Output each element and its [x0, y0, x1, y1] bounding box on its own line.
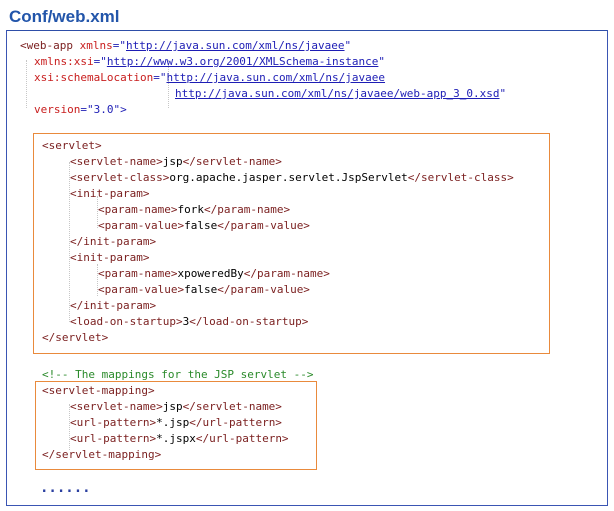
close-tag: </servlet-class> — [407, 171, 514, 184]
param-name-value: fork — [177, 203, 204, 216]
init-param-open-line: <init-param> — [70, 250, 149, 266]
mapping-servlet-name-value: jsp — [162, 400, 183, 413]
xmlns-xsi-line: xmlns:xsi="http://www.w3.org/2001/XMLSch… — [34, 54, 385, 70]
url-pattern-line: <url-pattern>*.jsp</url-pattern> — [70, 415, 282, 431]
schema-xsd-line: http://java.sun.com/xml/ns/javaee/web-ap… — [175, 86, 506, 102]
close-tag: </url-pattern> — [195, 432, 289, 445]
servlet-close-tag: </servlet> — [42, 331, 109, 344]
equals-quote: =" — [112, 39, 126, 52]
param-value-line: <param-value>false</param-value> — [98, 218, 310, 234]
param-value-value: false — [184, 219, 218, 232]
servlet-open-tag: <servlet> — [42, 139, 102, 152]
equals-quote: =" — [93, 55, 107, 68]
init-param-close-tag: </init-param> — [70, 235, 157, 248]
url-pattern-line: <url-pattern>*.jspx</url-pattern> — [70, 431, 289, 447]
open-tag: <servlet-name> — [70, 155, 163, 168]
init-param-open-tag: <init-param> — [70, 251, 150, 264]
close-quote: " — [499, 87, 507, 100]
schema-namespace-link[interactable]: http://java.sun.com/xml/ns/javaee — [166, 71, 385, 84]
open-tag: <servlet-name> — [70, 400, 163, 413]
close-tag: </load-on-startup> — [189, 315, 309, 328]
equals-quote: =" — [153, 71, 167, 84]
url-pattern-value: *.jsp — [156, 416, 190, 429]
schema-location-line: xsi:schemaLocation="http://java.sun.com/… — [34, 70, 385, 86]
ellipsis-more: ...... — [40, 480, 91, 496]
init-param-open-tag: <init-param> — [70, 187, 150, 200]
mapping-open-line: <servlet-mapping> — [42, 383, 155, 399]
xmlns-attr: xmlns — [79, 39, 113, 52]
version-attr: version — [34, 103, 81, 116]
page-title: Conf/web.xml — [9, 7, 120, 26]
servlet-name-line: <servlet-name>jsp</servlet-name> — [70, 154, 282, 170]
mapping-servlet-name-line: <servlet-name>jsp</servlet-name> — [70, 399, 282, 415]
schema-location-attr: xsi:schemaLocation — [34, 71, 154, 84]
close-tag: </servlet-name> — [182, 155, 282, 168]
open-tag: <param-value> — [98, 283, 185, 296]
webapp-tag: <web-app — [20, 39, 80, 52]
close-quote: " — [378, 55, 386, 68]
init-param-close-line: </init-param> — [70, 298, 156, 314]
servlet-class-line: <servlet-class>org.apache.jasper.servlet… — [70, 170, 514, 186]
load-on-startup-line: <load-on-startup>3</load-on-startup> — [70, 314, 308, 330]
xmlns-link[interactable]: http://java.sun.com/xml/ns/javaee — [126, 39, 345, 52]
open-tag: <servlet-class> — [70, 171, 170, 184]
xmlns-xsi-attr: xmlns:xsi — [34, 55, 94, 68]
open-tag: <url-pattern> — [70, 416, 157, 429]
open-tag: <param-name> — [98, 267, 178, 280]
close-tag: </param-value> — [217, 283, 310, 296]
init-param-close-tag: </init-param> — [70, 299, 157, 312]
url-pattern-value: *.jspx — [156, 432, 196, 445]
open-tag: <param-value> — [98, 219, 185, 232]
close-tag: </servlet-name> — [182, 400, 282, 413]
indent-guide — [26, 60, 27, 108]
open-tag: <load-on-startup> — [70, 315, 183, 328]
servlet-mapping-open-tag: <servlet-mapping> — [42, 384, 155, 397]
close-quote: " — [344, 39, 352, 52]
init-param-open-line: <init-param> — [70, 186, 149, 202]
schema-xsd-link[interactable]: http://java.sun.com/xml/ns/javaee/web-ap… — [175, 87, 500, 100]
init-param-close-line: </init-param> — [70, 234, 156, 250]
close-tag: </param-name> — [243, 267, 330, 280]
servlet-mapping-close-tag: </servlet-mapping> — [42, 448, 162, 461]
open-tag: <param-name> — [98, 203, 178, 216]
close-quote: "> — [113, 103, 127, 116]
servlet-close-line: </servlet> — [42, 330, 108, 346]
open-tag: <url-pattern> — [70, 432, 157, 445]
equals-quote: =" — [80, 103, 94, 116]
param-name-value: xpoweredBy — [177, 267, 244, 280]
servlet-name-value: jsp — [162, 155, 183, 168]
version-value: 3.0 — [93, 103, 114, 116]
close-tag: </param-name> — [203, 203, 291, 216]
close-tag: </param-value> — [217, 219, 310, 232]
param-value-value: false — [184, 283, 218, 296]
version-line: version="3.0"> — [34, 102, 127, 118]
servlet-class-value: org.apache.jasper.servlet.JspServlet — [169, 171, 408, 184]
param-name-line: <param-name>fork</param-name> — [98, 202, 290, 218]
param-name-line: <param-name>xpoweredBy</param-name> — [98, 266, 330, 282]
servlet-open-line: <servlet> — [42, 138, 102, 154]
close-tag: </url-pattern> — [189, 416, 282, 429]
param-value-line: <param-value>false</param-value> — [98, 282, 310, 298]
mapping-close-line: </servlet-mapping> — [42, 447, 161, 463]
webapp-open-line: <web-app xmlns="http://java.sun.com/xml/… — [20, 38, 351, 54]
xmlns-xsi-link[interactable]: http://www.w3.org/2001/XMLSchema-instanc… — [107, 55, 379, 68]
